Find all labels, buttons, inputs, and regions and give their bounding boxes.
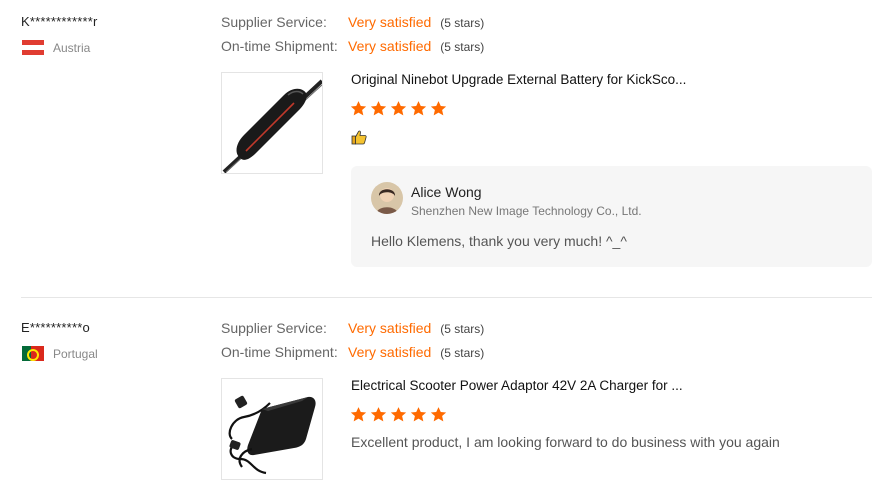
- buyer-name: E**********o: [21, 320, 90, 335]
- product-thumbnail[interactable]: [221, 378, 323, 480]
- portugal-flag-icon: [22, 346, 44, 361]
- rating-label: Supplier Service:: [221, 320, 327, 336]
- product-thumbnail[interactable]: [221, 72, 324, 174]
- star-icon: [410, 407, 427, 422]
- rating-label: On-time Shipment:: [221, 344, 338, 360]
- replier-company: Shenzhen New Image Technology Co., Ltd.: [411, 204, 642, 218]
- star-icon: [370, 407, 387, 422]
- review-text: Excellent product, I am looking forward …: [351, 434, 780, 450]
- review-stars: [350, 100, 447, 117]
- product-title-link[interactable]: Electrical Scooter Power Adaptor 42V 2A …: [351, 378, 683, 393]
- rating-value: Very satisfied: [348, 320, 432, 336]
- power-adaptor-image: [228, 395, 316, 475]
- star-icon: [430, 101, 447, 116]
- star-icon: [350, 101, 367, 116]
- star-icon: [390, 101, 407, 116]
- buyer-country: Portugal: [22, 346, 98, 361]
- product-title-link[interactable]: Original Ninebot Upgrade External Batter…: [351, 72, 686, 87]
- star-icon: [390, 407, 407, 422]
- review-item: E**********o Portugal Supplier Service: …: [0, 306, 872, 497]
- buyer-country: Austria: [22, 40, 90, 55]
- rating-stars-text: (5 stars): [440, 322, 485, 336]
- rating-value: Very satisfied: [348, 38, 432, 54]
- rating-stars-text: (5 stars): [440, 16, 485, 30]
- star-icon: [350, 407, 367, 422]
- rating-label: Supplier Service:: [221, 14, 327, 30]
- rating-value: Very satisfied: [348, 344, 432, 360]
- buyer-name: K************r: [21, 14, 98, 29]
- rating-value: Very satisfied: [348, 14, 432, 30]
- scooter-battery-image: [222, 79, 324, 174]
- thumbs-up-icon: [351, 130, 367, 145]
- supplier-service-rating: Supplier Service: Very satisfied (5 star…: [221, 14, 484, 30]
- rating-stars-text: (5 stars): [440, 346, 485, 360]
- country-name: Portugal: [53, 346, 98, 361]
- star-icon: [370, 101, 387, 116]
- supplier-reply: Alice Wong Shenzhen New Image Technology…: [351, 166, 872, 267]
- reply-text: Hello Klemens, thank you very much! ^_^: [371, 233, 627, 249]
- replier-name: Alice Wong: [411, 184, 482, 200]
- shipment-rating: On-time Shipment: Very satisfied (5 star…: [221, 344, 484, 360]
- review-item: K************r Austria Supplier Service:…: [0, 0, 872, 297]
- review-stars: [350, 406, 447, 423]
- review-divider: [21, 297, 872, 298]
- shipment-rating: On-time Shipment: Very satisfied (5 star…: [221, 38, 484, 54]
- star-icon: [410, 101, 427, 116]
- star-icon: [430, 407, 447, 422]
- rating-stars-text: (5 stars): [440, 40, 485, 54]
- rating-label: On-time Shipment:: [221, 38, 338, 54]
- austria-flag-icon: [22, 40, 44, 55]
- supplier-service-rating: Supplier Service: Very satisfied (5 star…: [221, 320, 484, 336]
- avatar: [371, 182, 403, 214]
- country-name: Austria: [53, 40, 91, 55]
